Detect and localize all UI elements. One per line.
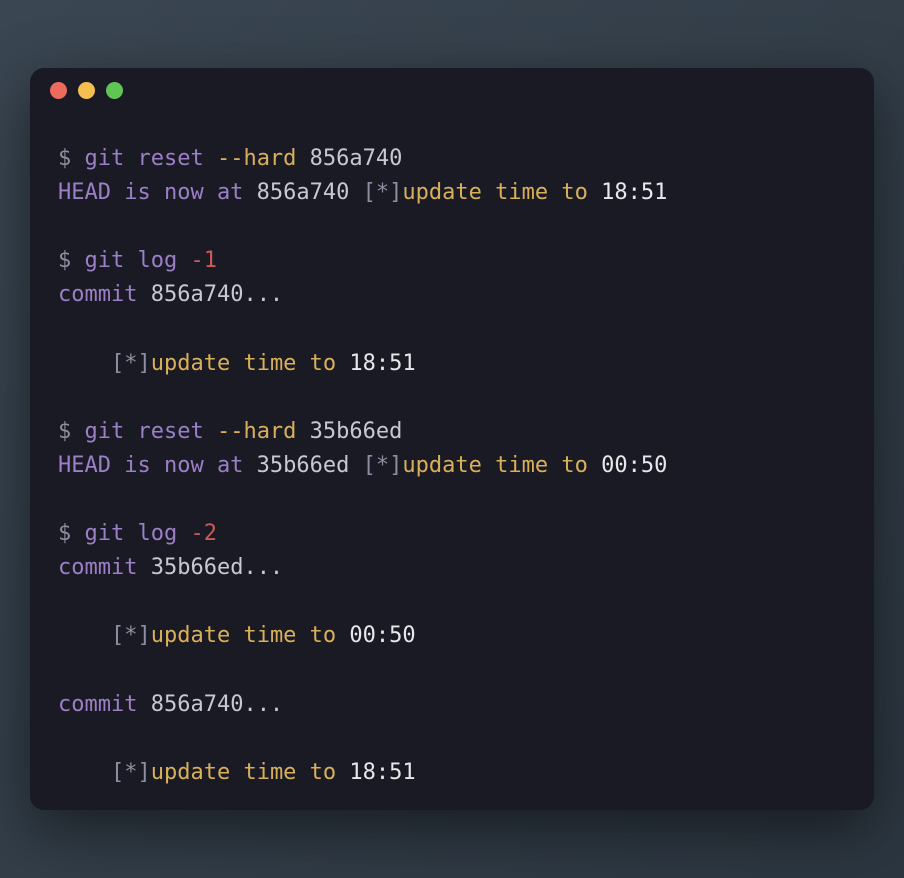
terminal-segment: update time to [402, 453, 587, 478]
terminal-segment: git reset [85, 146, 217, 171]
terminal-line: commit 856a740... [58, 688, 846, 722]
terminal-segment: [*] [363, 453, 403, 478]
terminal-segment: 18:51 [336, 351, 415, 376]
terminal-line [58, 381, 846, 415]
terminal-segment: $ [58, 146, 85, 171]
terminal-segment: 856a740 [243, 180, 362, 205]
terminal-segment: 35b66ed [296, 419, 402, 444]
window-titlebar [30, 68, 874, 112]
terminal-segment [58, 760, 111, 785]
terminal-segment: 00:50 [336, 623, 415, 648]
terminal-segment: $ [58, 419, 85, 444]
terminal-segment: update time to [151, 623, 336, 648]
terminal-segment: 00:50 [588, 453, 667, 478]
terminal-segment: 35b66ed... [137, 555, 283, 580]
close-icon[interactable] [50, 82, 67, 99]
terminal-line: $ git reset --hard 856a740 [58, 142, 846, 176]
terminal-segment: HEAD is now at [58, 180, 243, 205]
terminal-line: $ git log -1 [58, 244, 846, 278]
terminal-segment: 35b66ed [243, 453, 362, 478]
terminal-segment: [*] [111, 623, 151, 648]
terminal-segment: [*] [111, 760, 151, 785]
terminal-segment: 856a740... [137, 282, 283, 307]
terminal-line [58, 585, 846, 619]
terminal-segment [58, 623, 111, 648]
terminal-segment: commit [58, 692, 137, 717]
terminal-segment: git log [85, 248, 191, 273]
terminal-segment: -1 [190, 248, 217, 273]
terminal-line [58, 722, 846, 756]
terminal-segment: commit [58, 555, 137, 580]
terminal-segment: --hard [217, 146, 296, 171]
terminal-line: HEAD is now at 856a740 [*]update time to… [58, 176, 846, 210]
terminal-segment: update time to [402, 180, 587, 205]
terminal-line [58, 313, 846, 347]
terminal-segment: 18:51 [336, 760, 415, 785]
terminal-segment: 18:51 [588, 180, 667, 205]
terminal-segment: HEAD is now at [58, 453, 243, 478]
terminal-segment: git reset [85, 419, 217, 444]
terminal-segment: [*] [363, 180, 403, 205]
terminal-segment: -2 [190, 521, 217, 546]
terminal-segment: --hard [217, 419, 296, 444]
terminal-line: $ git reset --hard 35b66ed [58, 415, 846, 449]
maximize-icon[interactable] [106, 82, 123, 99]
terminal-segment [58, 351, 111, 376]
terminal-content[interactable]: $ git reset --hard 856a740HEAD is now at… [30, 112, 874, 810]
terminal-line [58, 654, 846, 688]
terminal-line [58, 483, 846, 517]
terminal-segment: git log [85, 521, 191, 546]
terminal-line: HEAD is now at 35b66ed [*]update time to… [58, 449, 846, 483]
terminal-segment: 856a740 [296, 146, 402, 171]
terminal-segment: $ [58, 521, 85, 546]
terminal-line: $ git log -2 [58, 517, 846, 551]
terminal-segment: [*] [111, 351, 151, 376]
terminal-segment: 856a740... [137, 692, 283, 717]
terminal-segment: update time to [151, 351, 336, 376]
minimize-icon[interactable] [78, 82, 95, 99]
terminal-line: [*]update time to 00:50 [58, 619, 846, 653]
terminal-line: commit 856a740... [58, 278, 846, 312]
terminal-line: [*]update time to 18:51 [58, 756, 846, 790]
terminal-line [58, 210, 846, 244]
terminal-segment: update time to [151, 760, 336, 785]
terminal-segment: commit [58, 282, 137, 307]
terminal-window: $ git reset --hard 856a740HEAD is now at… [30, 68, 874, 810]
terminal-line: commit 35b66ed... [58, 551, 846, 585]
terminal-line: [*]update time to 18:51 [58, 347, 846, 381]
terminal-segment: $ [58, 248, 85, 273]
